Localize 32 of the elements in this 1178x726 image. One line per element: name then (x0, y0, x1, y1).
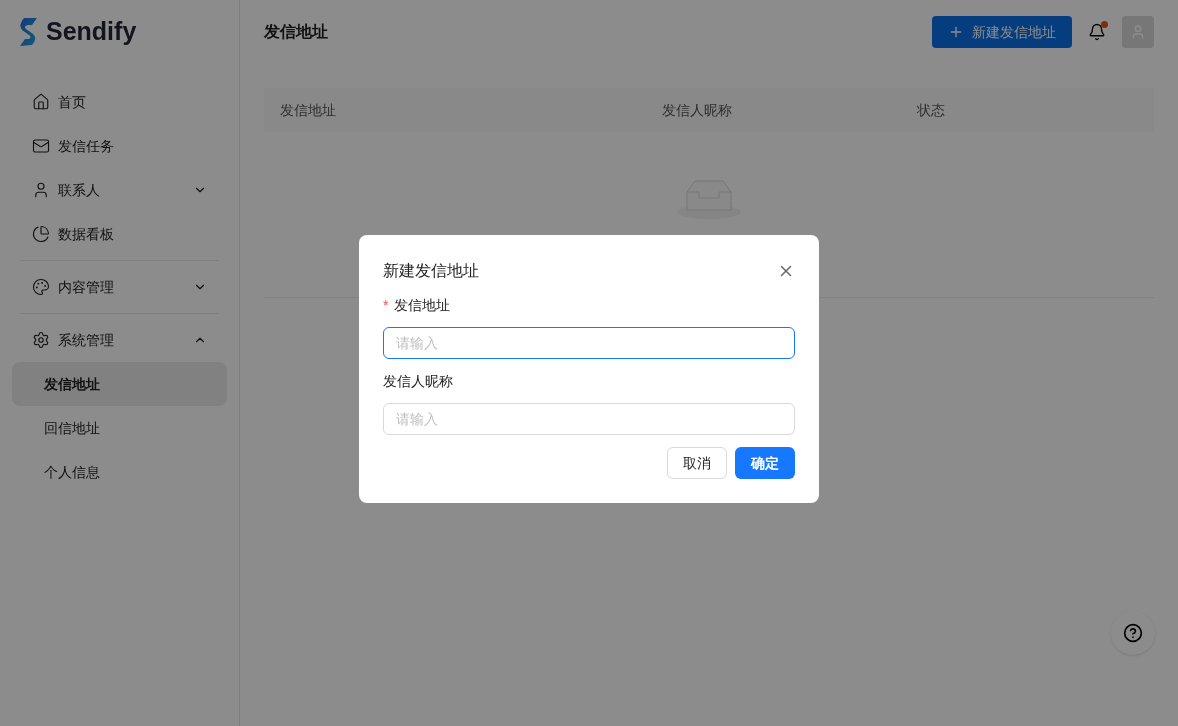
required-mark: * (383, 295, 389, 315)
new-address-button[interactable]: 新建发信地址 (932, 16, 1072, 48)
dialog-title: 新建发信地址 (383, 261, 479, 281)
mail-icon (32, 137, 50, 155)
sidebar-item[interactable]: 联系人 (12, 168, 227, 212)
sidebar-item[interactable]: 首页 (12, 80, 227, 124)
column-header: 发信地址 (280, 100, 337, 120)
field-label: 发信地址 (394, 295, 451, 315)
input-field[interactable]: 请输入 (383, 327, 795, 359)
sidebar-subitem[interactable]: 回信地址 (12, 406, 227, 450)
page-title: 发信地址 (264, 22, 329, 42)
sidebar-item[interactable]: 发信任务 (12, 124, 227, 168)
sidebar-item[interactable]: 系统管理 (12, 318, 227, 362)
field-label: 发信人昵称 (383, 371, 453, 391)
sidebar-item[interactable]: 内容管理 (12, 265, 227, 309)
bell-icon (1088, 23, 1106, 41)
pie-chart-icon (32, 225, 50, 243)
settings-icon (32, 331, 50, 349)
confirm-button[interactable]: 确定 (735, 447, 795, 479)
column-header: 发信人昵称 (662, 100, 733, 120)
sidebar-item[interactable]: 数据看板 (12, 212, 227, 256)
brand-name: Sendify (46, 16, 137, 48)
palette-icon (32, 278, 50, 296)
column-header: 状态 (917, 100, 946, 120)
sidebar-subitem[interactable]: 个人信息 (12, 450, 227, 494)
help-icon (1123, 623, 1143, 643)
cancel-button[interactable]: 取消 (667, 447, 727, 479)
plus-icon (948, 24, 964, 40)
sidebar-subitem[interactable]: 发信地址 (12, 362, 227, 406)
logo-icon (18, 17, 38, 47)
user-icon (32, 181, 50, 199)
home-icon (32, 93, 50, 111)
